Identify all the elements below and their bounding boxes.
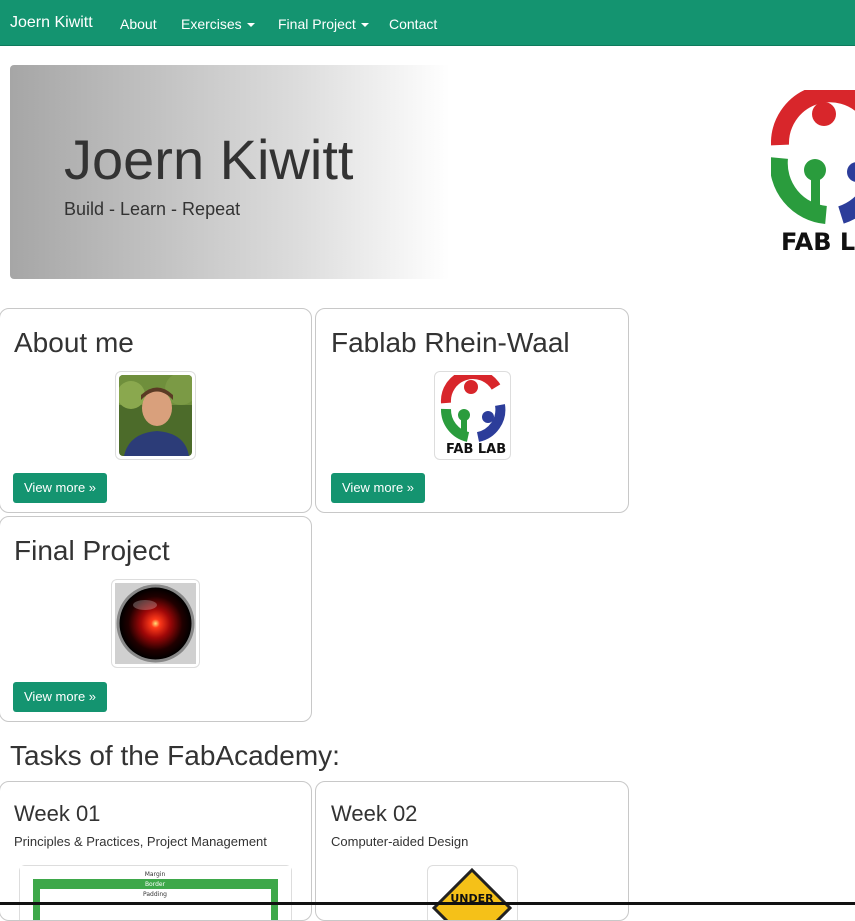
nav-item-about-label: About bbox=[120, 16, 157, 32]
week-title: Week 02 bbox=[331, 801, 418, 826]
week-title: Week 01 bbox=[14, 801, 101, 826]
under-construction-sign-icon: UNDER bbox=[431, 867, 513, 920]
card-week-02[interactable]: Week 02 Computer-aided Design UNDER bbox=[315, 781, 629, 921]
box-model-margin-label: Margin bbox=[145, 871, 166, 878]
jumbotron-tagline: Build - Learn - Repeat bbox=[64, 199, 241, 219]
fablab-logo-icon: FAB LAB bbox=[771, 90, 855, 255]
card-title: About me bbox=[14, 327, 134, 358]
fablab-logo-large: FAB LAB bbox=[771, 90, 855, 255]
week-description: Principles & Practices, Project Manageme… bbox=[14, 834, 267, 849]
tasks-heading: Tasks of the FabAcademy: bbox=[10, 740, 340, 771]
about-me-view-more-button[interactable]: View more » bbox=[13, 473, 108, 503]
box-model-border-label: Border bbox=[145, 881, 166, 888]
card-fablab: Fablab Rhein-Waal FAB LAB View more » bbox=[315, 308, 629, 513]
nav-item-about[interactable]: About bbox=[120, 16, 157, 32]
jumbotron: Joern Kiwitt Build - Learn - Repeat bbox=[10, 65, 450, 279]
nav-item-final-project[interactable]: Final Project bbox=[278, 16, 369, 32]
nav-item-exercises[interactable]: Exercises bbox=[181, 16, 255, 32]
final-project-view-more-button[interactable]: View more » bbox=[13, 682, 108, 712]
card-about-me: About me View more » bbox=[0, 308, 312, 513]
card-week-01[interactable]: Week 01 Principles & Practices, Project … bbox=[0, 781, 312, 921]
week-description: Computer-aided Design bbox=[331, 834, 469, 849]
nav-item-exercises-label: Exercises bbox=[181, 16, 242, 32]
fablab-logo-large-text: FAB LAB bbox=[781, 228, 855, 255]
jumbotron-title: Joern Kiwitt bbox=[64, 128, 354, 191]
fablab-view-more-button[interactable]: View more » bbox=[331, 473, 426, 503]
caret-down-icon bbox=[246, 23, 255, 28]
nav-item-contact[interactable]: Contact bbox=[389, 16, 437, 32]
profile-photo bbox=[115, 371, 196, 460]
week-01-thumbnail: Margin Border Padding bbox=[19, 865, 292, 920]
card-title: Final Project bbox=[14, 535, 170, 566]
week-02-thumbnail: UNDER bbox=[427, 865, 518, 920]
box-model-padding-label: Padding bbox=[143, 891, 167, 898]
caret-down-icon bbox=[360, 23, 369, 28]
card-final-project: Final Project View more » bbox=[0, 516, 312, 722]
nav-item-final-project-label: Final Project bbox=[278, 16, 356, 32]
profile-photo-image bbox=[119, 375, 192, 456]
fablab-logo-icon: FAB LAB bbox=[440, 369, 506, 457]
card-title: Fablab Rhein-Waal bbox=[331, 327, 570, 358]
nav-item-contact-label: Contact bbox=[389, 16, 438, 32]
css-box-model-image: Margin Border Padding bbox=[20, 866, 291, 920]
fablab-logo-thumb: FAB LAB bbox=[434, 369, 511, 460]
hal-9000-eye bbox=[111, 579, 200, 668]
fablab-logo-thumb-text: FAB LAB bbox=[446, 442, 506, 456]
navbar: Joern Kiwitt About Exercises Final Proje… bbox=[0, 0, 855, 46]
navbar-brand[interactable]: Joern Kiwitt bbox=[10, 14, 93, 32]
hal-eye-image bbox=[115, 583, 196, 664]
